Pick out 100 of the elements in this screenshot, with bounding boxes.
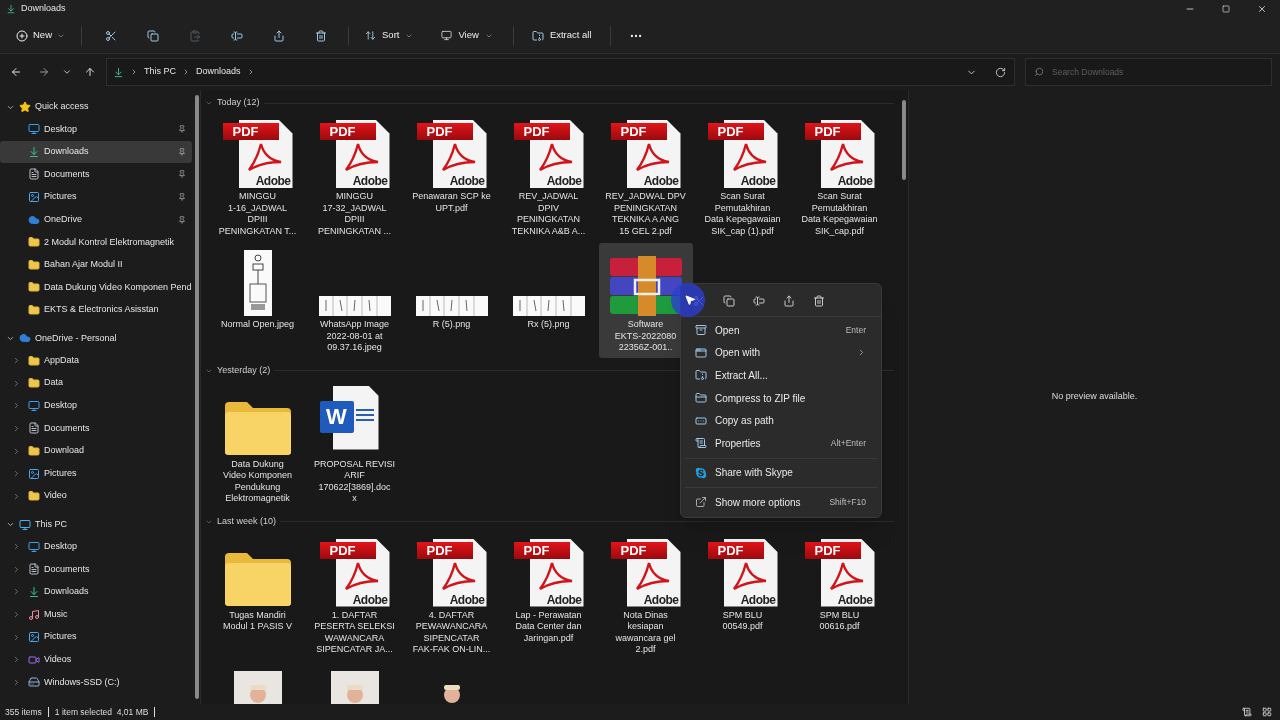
group-header[interactable]: Yesterday (2): [217, 363, 271, 378]
sidebar-item[interactable]: Video: [0, 484, 192, 508]
sort-button[interactable]: Sort: [357, 22, 422, 49]
scrollbar-thumb[interactable]: [902, 100, 906, 180]
chevron-right-icon[interactable]: [12, 378, 21, 388]
search-field[interactable]: Search Downloads: [1025, 58, 1272, 86]
chevron-right-icon[interactable]: [12, 655, 21, 665]
chevron-right-icon[interactable]: [12, 587, 21, 597]
file-tile[interactable]: PDF Adobe REV_JADWAL DPIV PENINGKATAN TEKNIKA A&B A...: [501, 115, 596, 241]
file-tile[interactable]: Tugas Mandiri Modul 1 PASIS V: [210, 533, 305, 660]
chevron-right-icon[interactable]: [12, 356, 21, 366]
tiles-view-icon[interactable]: [1262, 707, 1272, 717]
breadcrumb[interactable]: Downloads: [196, 65, 241, 79]
sidebar-item[interactable]: Documents: [0, 163, 192, 186]
file-tile[interactable]: PDF Adobe Penawaran SCP ke UPT.pdf: [404, 115, 499, 241]
menu-item[interactable]: Show more options Shift+F10: [684, 491, 878, 514]
file-tile[interactable]: Normal Open.jpeg: [210, 243, 305, 358]
file-tile[interactable]: PDF Adobe MINGGU 17-32_JADWAL DPIII PENINGKATAN ...: [307, 115, 402, 241]
sidebar-item[interactable]: Videos: [0, 648, 192, 672]
maximize-icon[interactable]: [1222, 5, 1230, 13]
chevron-right-icon[interactable]: [12, 446, 21, 456]
file-tile[interactable]: PDF Adobe 4. DAFTAR PEWAWANCARA SIPENCATAR FAK-FAK ON-LIN...: [404, 533, 499, 660]
breadcrumb[interactable]: This PC: [144, 65, 176, 79]
menu-item[interactable]: Properties Alt+Enter: [684, 431, 878, 455]
sidebar-item[interactable]: Download: [0, 439, 192, 463]
sidebar-item[interactable]: Data Dukung Video Komponen Pend: [0, 276, 192, 299]
sidebar-item[interactable]: 2 Modul Kontrol Elektromagnetik: [0, 230, 192, 254]
chevron-down-icon[interactable]: [205, 99, 213, 107]
sidebar-item[interactable]: EKTS & Electronics Asisstan: [0, 298, 192, 322]
details-view-icon[interactable]: [1242, 707, 1252, 717]
file-tile[interactable]: Software EKTS-2022080 22356Z-001..: [598, 243, 693, 358]
file-tile[interactable]: R (5).png: [404, 243, 499, 358]
sidebar-item[interactable]: Downloads: [0, 140, 192, 164]
menu-item[interactable]: Compress to ZIP file: [684, 386, 878, 410]
sidebar-item[interactable]: Music: [0, 603, 192, 626]
refresh-icon[interactable]: [995, 66, 1006, 78]
back-icon[interactable]: [10, 66, 22, 78]
file-tile[interactable]: PDF Adobe SPM BLU 00616.pdf: [792, 533, 887, 660]
group-header[interactable]: Last week (10): [217, 514, 277, 529]
sidebar-item[interactable]: Bahan Ajar Modul II: [0, 253, 192, 277]
file-tile[interactable]: Data Dukung Video Komponen Pendukung Elektromagnetik: [210, 382, 305, 509]
sidebar-item[interactable]: Pictures: [0, 462, 192, 485]
forward-icon[interactable]: [38, 66, 50, 78]
cut-icon[interactable]: [105, 29, 117, 42]
extract-all-button[interactable]: Extract all: [525, 22, 598, 49]
delete-icon[interactable]: [315, 29, 327, 42]
file-tile[interactable]: PDF Adobe Scan Surat Pemutakhiran Data Kepegawaian SIK_cap (1).pdf: [695, 115, 790, 241]
sidebar-item[interactable]: Desktop: [0, 118, 192, 141]
file-tile[interactable]: PDF Adobe REV_JADWAL DPV PENINGKATAN TEKNIKA A ANG 15 GEL 2.pdf: [598, 115, 693, 241]
share-icon[interactable]: [783, 294, 795, 307]
group-header[interactable]: Today (12): [217, 96, 260, 110]
sidebar-item[interactable]: Desktop: [0, 394, 192, 418]
sidebar-item[interactable]: Documents: [0, 417, 192, 440]
rename-icon[interactable]: [231, 29, 243, 42]
chevron-down-icon[interactable]: [6, 520, 15, 529]
share-icon[interactable]: [273, 29, 285, 42]
chevron-right-icon[interactable]: [12, 677, 21, 687]
sidebar-section[interactable]: OneDrive - Personal: [35, 331, 117, 346]
copy-icon[interactable]: [147, 29, 159, 42]
sidebar-item[interactable]: Desktop: [0, 535, 192, 559]
sidebar-item[interactable]: Documents: [0, 558, 192, 581]
close-icon[interactable]: [1257, 4, 1267, 14]
chevron-right-icon[interactable]: [12, 401, 21, 411]
menu-item[interactable]: Share with Skype: [684, 461, 878, 485]
chevron-right-icon[interactable]: [12, 491, 21, 501]
sidebar-section[interactable]: This PC: [35, 517, 67, 532]
file-tile[interactable]: W PROPOSAL REVISI ARIF 170622[3869].doc x: [307, 382, 402, 509]
file-tile[interactable]: PDF Adobe 1. DAFTAR PESERTA SELEKSI WAWANCARA SIPENCATAR JA...: [307, 533, 402, 660]
chevron-right-icon[interactable]: [12, 469, 21, 479]
sidebar-item[interactable]: Data: [0, 371, 192, 395]
up-icon[interactable]: [84, 66, 96, 78]
copy-icon[interactable]: [723, 294, 735, 307]
file-tile[interactable]: PDF Adobe MINGGU 1-16_JADWAL DPIII PENINGKATAN T...: [210, 115, 305, 241]
chevron-right-icon[interactable]: [12, 632, 21, 642]
chevron-right-icon[interactable]: [12, 564, 21, 574]
sidebar-item[interactable]: Pictures: [0, 185, 192, 209]
scrollbar-thumb[interactable]: [195, 95, 199, 699]
recent-locations-icon[interactable]: [62, 67, 72, 77]
chevron-right-icon[interactable]: [12, 610, 21, 620]
chevron-right-icon[interactable]: [12, 423, 21, 433]
file-tile[interactable]: PDF Adobe SPM BLU 00549.pdf: [695, 533, 790, 660]
menu-item[interactable]: Copy as path: [684, 409, 878, 432]
rename-icon[interactable]: [753, 294, 765, 307]
view-button[interactable]: View: [433, 22, 501, 49]
file-tile[interactable]: PDF Adobe Lap - Perawatan Data Center dan Jaringan.pdf: [501, 533, 596, 660]
sidebar-section[interactable]: Quick access: [35, 100, 89, 114]
address-bar[interactable]: This PC Downloads: [106, 58, 1015, 86]
file-tile[interactable]: PDF Adobe Scan Surat Pemutakhiran Data Kepegawaian SIK_cap.pdf: [792, 115, 887, 241]
sidebar-item[interactable]: Windows-SSD (C:): [0, 671, 192, 694]
file-tile[interactable]: WhatsApp Image 2022-08-01 at 09.37.16.jpeg: [307, 243, 402, 358]
menu-item[interactable]: Extract All...: [684, 364, 878, 387]
file-tile[interactable]: PDF Adobe Nota Dinas kesiapan wawancara gel 2.pdf: [598, 533, 693, 660]
sidebar-item[interactable]: OneDrive: [0, 208, 192, 231]
delete-icon[interactable]: [813, 294, 825, 307]
sidebar-item[interactable]: Pictures: [0, 625, 192, 649]
sidebar-item[interactable]: AppData: [0, 349, 192, 372]
sidebar-item[interactable]: Downloads: [0, 580, 192, 604]
new-button[interactable]: New: [10, 22, 71, 49]
file-tile[interactable]: Rx (5).png: [501, 243, 596, 358]
chevron-right-icon[interactable]: [12, 542, 21, 552]
